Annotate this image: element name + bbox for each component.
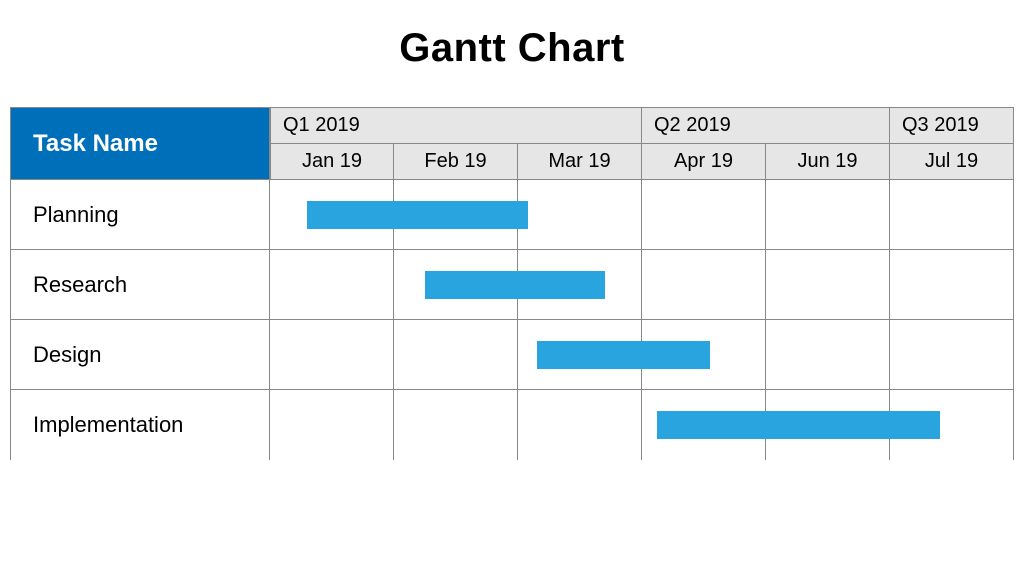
taskname-header: Task Name	[10, 107, 270, 180]
chart-title: Gantt Chart	[0, 26, 1024, 71]
month-header: Feb 19	[394, 144, 518, 180]
bar-research	[425, 271, 605, 299]
month-header: Jan 19	[270, 144, 394, 180]
task-label-planning: Planning	[10, 180, 270, 250]
month-header: Jul 19	[890, 144, 1014, 180]
bar-row-planning	[270, 180, 1014, 250]
month-header: Jun 19	[766, 144, 890, 180]
bar-row-research	[270, 250, 1014, 320]
bar-row-implementation	[270, 390, 1014, 460]
task-label-design: Design	[10, 320, 270, 390]
gantt-grid: Task Name Q1 2019 Q2 2019 Q3 2019 Jan 19…	[10, 107, 1014, 460]
bar-row-design	[270, 320, 1014, 390]
quarter-header-q3: Q3 2019	[890, 107, 1014, 144]
quarter-header-q2: Q2 2019	[642, 107, 890, 144]
bar-implementation	[657, 411, 940, 439]
task-label-research: Research	[10, 250, 270, 320]
quarter-header-q1: Q1 2019	[270, 107, 642, 144]
bar-design	[537, 341, 711, 369]
month-header: Apr 19	[642, 144, 766, 180]
month-header: Mar 19	[518, 144, 642, 180]
task-label-implementation: Implementation	[10, 390, 270, 460]
bar-planning	[307, 201, 528, 229]
